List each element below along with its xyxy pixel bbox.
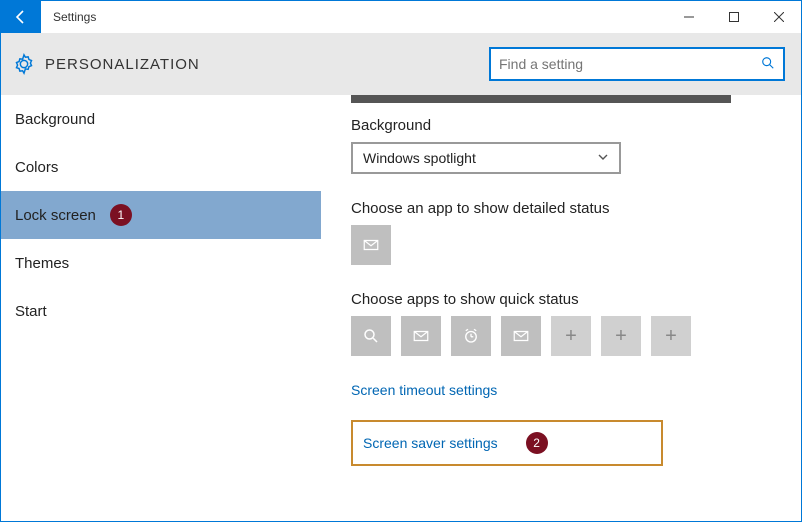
screen-timeout-link[interactable]: Screen timeout settings — [351, 382, 497, 398]
search-icon — [761, 56, 775, 73]
detailed-status-app-mail[interactable] — [351, 225, 391, 265]
quick-status-app-3[interactable] — [451, 316, 491, 356]
label-detailed-status: Choose an app to show detailed status — [351, 200, 781, 217]
back-button[interactable] — [1, 1, 41, 33]
quick-status-app-1[interactable] — [351, 316, 391, 356]
content-pane: Background Windows spotlight Choose an a… — [321, 95, 801, 521]
quick-status-add-slot-5[interactable]: + — [551, 316, 591, 356]
annotation-badge-1: 1 — [110, 204, 132, 226]
maximize-button[interactable] — [711, 1, 756, 33]
sidebar-item-colors[interactable]: Colors — [1, 143, 321, 191]
label-quick-status: Choose apps to show quick status — [351, 291, 781, 308]
mail-icon — [512, 327, 530, 345]
sidebar-item-label: Lock screen — [15, 207, 96, 224]
sidebar: Background Colors Lock screen 1 Themes S… — [1, 95, 321, 521]
background-dropdown[interactable]: Windows spotlight — [351, 142, 621, 174]
header-band: PERSONALIZATION — [1, 33, 801, 95]
sidebar-item-label: Background — [15, 111, 95, 128]
chevron-down-icon — [597, 151, 609, 166]
sidebar-item-lock-screen[interactable]: Lock screen 1 — [1, 191, 321, 239]
search-input[interactable] — [499, 56, 761, 72]
gear-icon — [13, 53, 35, 75]
lockscreen-preview — [351, 95, 731, 103]
search-icon — [362, 327, 380, 345]
minimize-button[interactable] — [666, 1, 711, 33]
sidebar-item-background[interactable]: Background — [1, 95, 321, 143]
sidebar-item-label: Start — [15, 303, 47, 320]
section-title: PERSONALIZATION — [45, 56, 200, 73]
dropdown-value: Windows spotlight — [363, 150, 476, 166]
quick-status-app-4[interactable] — [501, 316, 541, 356]
quick-status-add-slot-7[interactable]: + — [651, 316, 691, 356]
label-background: Background — [351, 117, 781, 134]
close-button[interactable] — [756, 1, 801, 33]
sidebar-item-label: Colors — [15, 159, 58, 176]
window-title: Settings — [41, 1, 108, 33]
quick-status-add-slot-6[interactable]: + — [601, 316, 641, 356]
search-box[interactable] — [489, 47, 785, 81]
screen-saver-link[interactable]: Screen saver settings — [363, 435, 498, 451]
highlight-screensaver: Screen saver settings 2 — [351, 420, 663, 466]
alarm-icon — [462, 327, 480, 345]
annotation-badge-2: 2 — [526, 432, 548, 454]
plus-icon: + — [665, 325, 677, 348]
sidebar-item-themes[interactable]: Themes — [1, 239, 321, 287]
mail-icon — [362, 236, 380, 254]
mail-icon — [412, 327, 430, 345]
sidebar-item-start[interactable]: Start — [1, 287, 321, 335]
sidebar-item-label: Themes — [15, 255, 69, 272]
plus-icon: + — [565, 325, 577, 348]
title-bar: Settings — [1, 1, 801, 33]
plus-icon: + — [615, 325, 627, 348]
quick-status-app-2[interactable] — [401, 316, 441, 356]
